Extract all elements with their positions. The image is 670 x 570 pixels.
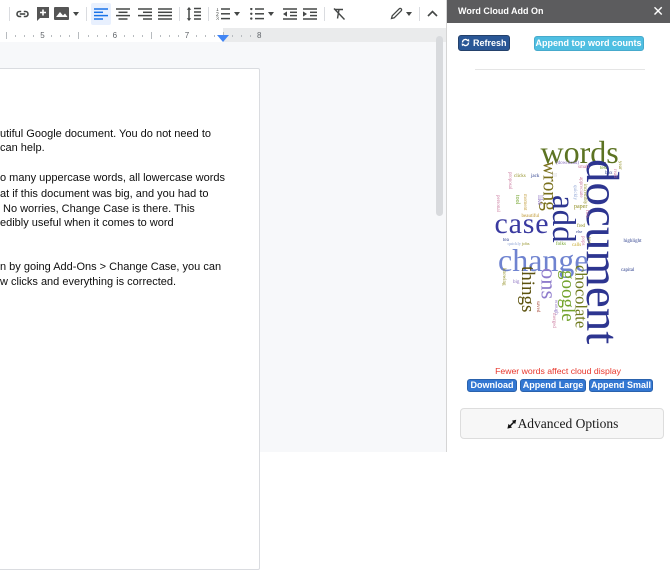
svg-text:3: 3 xyxy=(216,17,219,20)
